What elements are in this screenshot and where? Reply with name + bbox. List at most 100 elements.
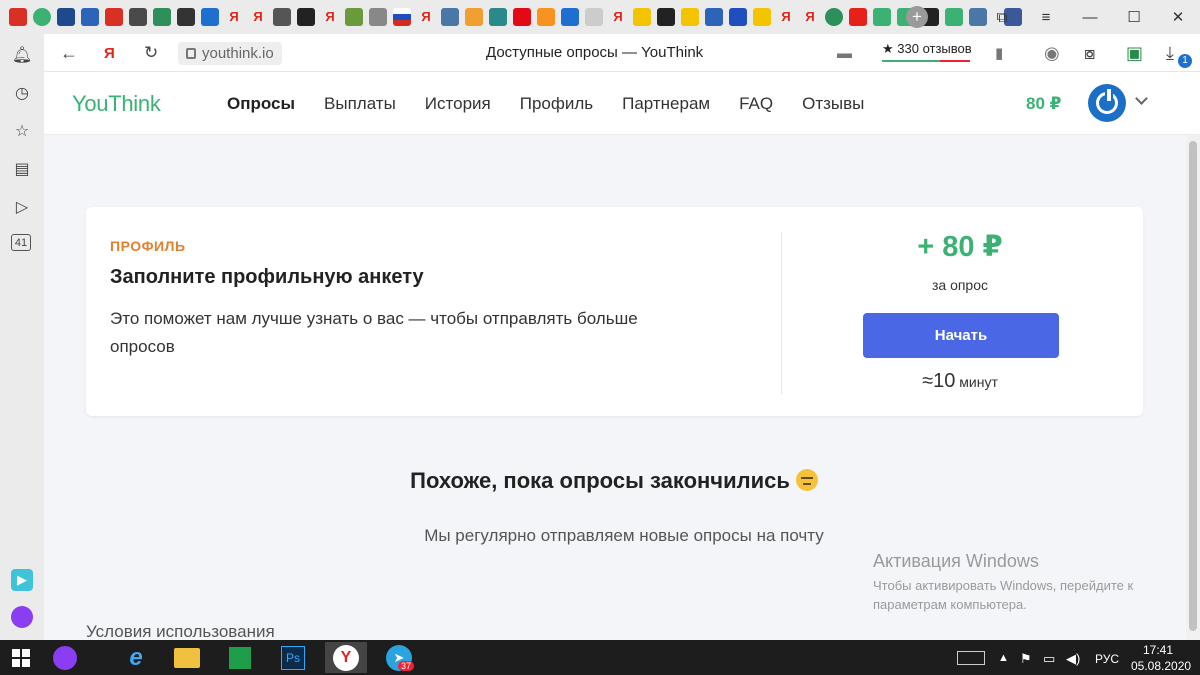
chat-icon[interactable]: ▬ [837,34,852,72]
translate-icon[interactable]: ⧇ [1084,34,1095,72]
scroll-thumb[interactable] [1189,141,1197,631]
odnoklassniki-tab-icon[interactable] [537,8,555,26]
browser-tab-strip: Я Я Я Я Я Я Я + ⧉ ≡ — ☐ ✕ [0,0,1200,34]
tab-icon[interactable] [825,8,843,26]
yandex-home-icon[interactable]: Я [104,34,115,72]
menu-icon[interactable]: ≡ [1024,0,1068,34]
yandex-tab-icon[interactable]: Я [777,8,795,26]
tab-icon[interactable] [561,8,579,26]
duration: ≈10 минут [862,370,1058,393]
internet-explorer-icon[interactable]: e [115,642,157,673]
tab-icon[interactable] [369,8,387,26]
history-clock-icon[interactable]: ◷ [11,82,33,104]
reviews-rating[interactable]: ★ 330 отзывов [882,40,972,62]
tab-icon[interactable] [177,8,195,26]
volume-icon[interactable]: ◀) [1066,651,1080,667]
tab-icon[interactable] [729,8,747,26]
network-icon[interactable]: ▭ [1043,651,1055,667]
zen-sidebar-icon[interactable]: ▶ [11,569,33,591]
alice-taskbar-icon[interactable] [44,642,86,673]
nav-profile[interactable]: Профиль [520,94,593,114]
nav-faq[interactable]: FAQ [739,94,773,114]
tab-icon[interactable] [465,8,483,26]
nav-reviews[interactable]: Отзывы [802,94,864,114]
vk-tab-icon[interactable] [441,8,459,26]
turkey-flag-tab-icon[interactable] [513,8,531,26]
downloads-icon[interactable]: ⤓ [1166,34,1174,72]
youtube-tab-icon[interactable] [849,8,867,26]
chevron-down-icon[interactable] [1135,92,1148,105]
keyboard-icon[interactable] [950,642,992,673]
nav-surveys[interactable]: Опросы [227,94,295,114]
tab-icon[interactable] [273,8,291,26]
yandex-tab-icon[interactable]: Я [249,8,267,26]
url-field[interactable]: youthink.io [178,42,282,65]
zen-tab-icon[interactable] [633,8,651,26]
file-explorer-icon[interactable] [166,642,208,673]
clock-time[interactable]: 17:41 [1143,643,1173,657]
tray-arrow-icon[interactable]: ▲ [998,652,1009,664]
nav-partners[interactable]: Партнерам [622,94,710,114]
zen-tab-icon[interactable] [681,8,699,26]
tab-icon[interactable] [153,8,171,26]
url-text: youthink.io [202,45,274,62]
zen-tab-icon[interactable] [657,8,675,26]
tab-icon[interactable] [705,8,723,26]
store-icon[interactable] [219,642,261,673]
page-scrollbar[interactable] [1186,135,1200,640]
tab-icon[interactable] [873,8,891,26]
protect-icon[interactable]: ◉ [1044,34,1060,72]
terms-link[interactable]: Условия использования [86,622,275,642]
russia-flag-tab-icon[interactable] [393,8,411,26]
tab-icon[interactable] [585,8,603,26]
media-play-icon[interactable]: ▷ [11,196,33,218]
tab-icon[interactable] [129,8,147,26]
alice-icon[interactable] [11,606,33,628]
yandex-tab-icon[interactable]: Я [225,8,243,26]
tab-icon[interactable] [57,8,75,26]
tab-icon[interactable] [297,8,315,26]
tab-icon[interactable] [345,8,363,26]
extension-icon[interactable]: ▣ [1126,34,1143,72]
language-indicator[interactable]: РУС [1095,652,1119,666]
site-logo[interactable]: YouThink [72,72,161,135]
minimize-button[interactable]: — [1068,0,1112,34]
tabs-count-badge[interactable]: 41 [11,234,31,251]
windows-start-icon[interactable] [0,642,42,673]
telegram-badge: 37 [398,661,415,671]
tabs-panel-icon[interactable]: ⧉ [980,0,1024,34]
bell-icon[interactable]: 🔔︎ [11,44,33,66]
address-bar: ← Я ↻ youthink.io Доступные опросы — You… [44,34,1200,72]
mail-tab-icon[interactable] [105,8,123,26]
clock-date[interactable]: 05.08.2020 [1131,659,1191,673]
star-icon[interactable]: ☆ [11,120,33,142]
yandex-tab-icon[interactable]: Я [801,8,819,26]
yandex-tab-icon[interactable]: Я [321,8,339,26]
photoshop-icon[interactable]: Ps [272,642,314,673]
collections-icon[interactable]: ▤ [11,158,33,180]
reload-icon[interactable]: ↻ [144,34,158,72]
back-arrow-icon[interactable]: ← [60,34,78,72]
duration-approx: ≈ [922,370,934,392]
flag-icon[interactable]: ⚑ [1020,651,1032,667]
tab-icon[interactable] [753,8,771,26]
yandex-tab-icon[interactable]: Я [609,8,627,26]
avatar[interactable] [1088,84,1126,122]
reward-amount: + 80 ₽ [917,231,1003,263]
maximize-button[interactable]: ☐ [1112,0,1156,34]
duration-unit: минут [959,374,998,390]
mail-tab-icon[interactable] [201,8,219,26]
yandex-browser-taskbar-icon[interactable]: Y [325,642,367,673]
tab-icon[interactable] [81,8,99,26]
nav-payouts[interactable]: Выплаты [324,94,396,114]
gmail-tab-icon[interactable] [9,8,27,26]
new-tab-button[interactable]: + [906,6,928,28]
close-button[interactable]: ✕ [1156,0,1200,34]
nav-history[interactable]: История [425,94,491,114]
yandex-tab-icon[interactable]: Я [417,8,435,26]
balance[interactable]: 80 ₽ [1026,72,1061,135]
tab-icon[interactable] [489,8,507,26]
bookmark-icon[interactable]: ▮ [995,34,1003,72]
start-button[interactable]: Начать [863,313,1059,358]
youthink-tab-icon[interactable] [33,8,51,26]
